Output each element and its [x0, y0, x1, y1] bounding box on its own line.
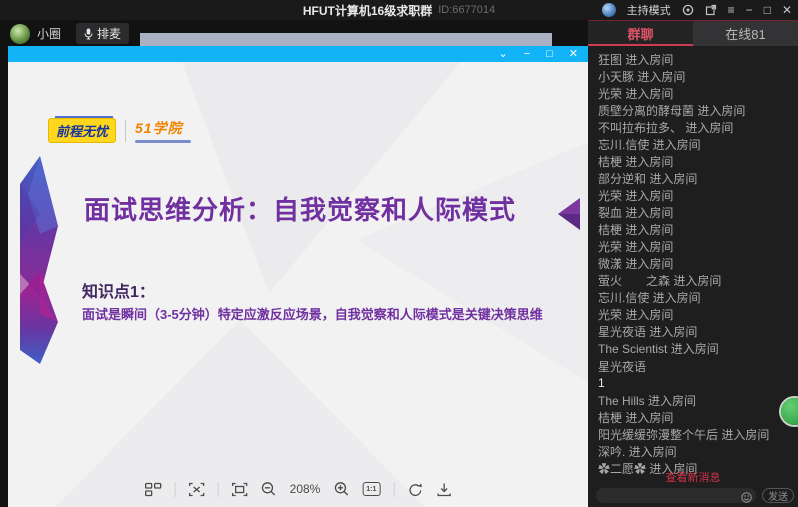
- main-stage: 小圈 排麦 ⌄ − □ ✕ 前程无忧 51学院 面试思维分析：自我觉察和人际模式…: [0, 20, 588, 507]
- viewer-toolbar: 208% 1:1: [144, 481, 452, 497]
- chat-message: 忘川.信使 进入房间: [598, 138, 701, 152]
- chat-message: 裂血 进入房间: [598, 206, 674, 220]
- actual-size-icon[interactable]: 1:1: [362, 482, 381, 496]
- chat-message: 桔梗 进入房间: [598, 155, 674, 169]
- toolbar-separator: [174, 481, 176, 497]
- user-avatar[interactable]: [601, 3, 616, 17]
- viewer-titlebar[interactable]: ⌄ − □ ✕: [8, 46, 588, 62]
- slides-layout-icon[interactable]: [144, 482, 162, 497]
- toolbar-separator: [393, 481, 395, 497]
- app-window: HFUT计算机16级求职群 ID:6677014 主持模式 ≡ − □ ✕ 小圈…: [0, 0, 798, 507]
- chat-message: The Hills 进入房间: [598, 394, 697, 408]
- slide-canvas[interactable]: 前程无忧 51学院 面试思维分析：自我觉察和人际模式 知识点1： 面试是瞬间（3…: [8, 62, 588, 507]
- logo-51-academy: 51学院: [135, 118, 192, 143]
- emoji-icon[interactable]: [741, 490, 752, 507]
- chat-input[interactable]: [596, 487, 756, 503]
- chat-message: 星光夜语 进入房间: [598, 325, 698, 339]
- chat-message: 光荣 进入房间: [598, 87, 674, 101]
- logo-divider: [125, 119, 127, 142]
- zoom-level: 208%: [289, 482, 321, 496]
- chat-message: 部分逆和 进入房间: [598, 172, 698, 186]
- titlebar-controls: 主持模式 ≡ − □ ✕: [601, 0, 792, 20]
- chat-message: 小天豚 进入房间: [598, 70, 686, 84]
- rotate-icon[interactable]: [407, 482, 423, 497]
- chat-input-row: 发送: [596, 487, 794, 503]
- fullscreen-icon[interactable]: [231, 482, 248, 497]
- chat-message: 光荣 进入房间: [598, 189, 674, 203]
- logo-51job: 前程无忧: [48, 116, 117, 143]
- logo-tagline-bar: [135, 140, 192, 143]
- close-icon[interactable]: ✕: [782, 0, 792, 20]
- chat-message: 桔梗 进入房间: [598, 411, 674, 425]
- sidebar-tabs: 群聊 在线81: [588, 21, 798, 46]
- toolbar-separator: [217, 481, 219, 497]
- chat-message: 狂图 进入房间: [598, 53, 674, 67]
- view-new-messages-link[interactable]: 查看新消息: [588, 469, 798, 485]
- send-button[interactable]: 发送: [762, 487, 794, 503]
- viewer-maximize-icon[interactable]: □: [546, 46, 553, 62]
- chat-message: 光荣 进入房间: [598, 240, 674, 254]
- chat-message: 不叫拉布拉多、 进入房间: [598, 121, 734, 135]
- slide-body-text: 面试是瞬间（3-5分钟）特定应激反应场景，自我觉察和人际模式是关键决策思维: [82, 307, 543, 322]
- chat-message: 星光夜语: [598, 360, 647, 374]
- chat-message: 深吟. 进入房间: [598, 445, 677, 459]
- chat-message-list[interactable]: 狂图 进入房间 小天豚 进入房间 光荣 进入房间 质壁分离的酵母菌 进入房间 不…: [588, 46, 798, 484]
- maximize-icon[interactable]: □: [764, 0, 771, 20]
- brand-logo: 前程无忧 51学院: [48, 116, 192, 143]
- download-icon[interactable]: [436, 482, 451, 497]
- title-arrow-graphic: [558, 198, 580, 230]
- viewer-close-icon[interactable]: ✕: [569, 46, 578, 62]
- chat-message: 桔梗 进入房间: [598, 223, 674, 237]
- mic-queue-label: 排麦: [97, 27, 122, 41]
- microphone-icon: [84, 28, 93, 39]
- fit-window-icon[interactable]: [188, 482, 205, 497]
- tab-group-chat[interactable]: 群聊: [588, 21, 693, 46]
- chat-message: 质壁分离的酵母菌 进入房间: [598, 104, 746, 118]
- viewer-minimize-icon[interactable]: −: [524, 46, 530, 62]
- chat-message: 1: [598, 376, 605, 390]
- zoom-in-icon[interactable]: [333, 481, 349, 497]
- slide-heading: 知识点1：: [82, 284, 155, 301]
- viewer-controls: ⌄ − □ ✕: [498, 46, 578, 62]
- zoom-out-icon[interactable]: [261, 481, 277, 497]
- popout-icon[interactable]: [705, 4, 717, 16]
- speaker-row: 小圈 排麦: [10, 23, 130, 44]
- chat-message: 微漾 进入房间: [598, 257, 674, 271]
- speaker-avatar[interactable]: [10, 23, 30, 44]
- window-titlebar: HFUT计算机16级求职群 ID:6677014 主持模式 ≡ − □ ✕: [0, 0, 798, 20]
- slide-ribbon-graphic: [20, 156, 58, 364]
- chat-message: 阳光缓缓弥漫整个午后 进入房间: [598, 428, 770, 442]
- mic-queue-button[interactable]: 排麦: [76, 23, 130, 44]
- chat-message: 萤火 之森 进入房间: [598, 274, 722, 288]
- chat-message: 光荣 进入房间: [598, 308, 674, 322]
- background-window-strip: [140, 33, 552, 46]
- chat-message: The Scientist 进入房间: [598, 342, 719, 356]
- document-viewer: ⌄ − □ ✕ 前程无忧 51学院 面试思维分析：自我觉察和人际模式 知识点1：…: [8, 46, 588, 507]
- minimize-icon[interactable]: −: [746, 0, 753, 20]
- chat-sidebar: 群聊 在线81 狂图 进入房间 小天豚 进入房间 光荣 进入房间 质壁分离的酵母…: [588, 20, 798, 507]
- tab-online-count[interactable]: 在线81: [693, 21, 798, 46]
- collapse-icon[interactable]: ⌄: [498, 46, 507, 62]
- group-title: HFUT计算机16级求职群: [302, 3, 433, 18]
- speaker-name: 小圈: [37, 27, 62, 41]
- menu-icon[interactable]: ≡: [728, 0, 735, 20]
- host-mode-label: 主持模式: [626, 5, 671, 17]
- room-id: ID:6677014: [438, 4, 496, 16]
- settings-icon[interactable]: [682, 4, 694, 16]
- chat-message: 忘川.信使 进入房间: [598, 291, 701, 305]
- slide-title: 面试思维分析：自我觉察和人际模式: [84, 195, 517, 225]
